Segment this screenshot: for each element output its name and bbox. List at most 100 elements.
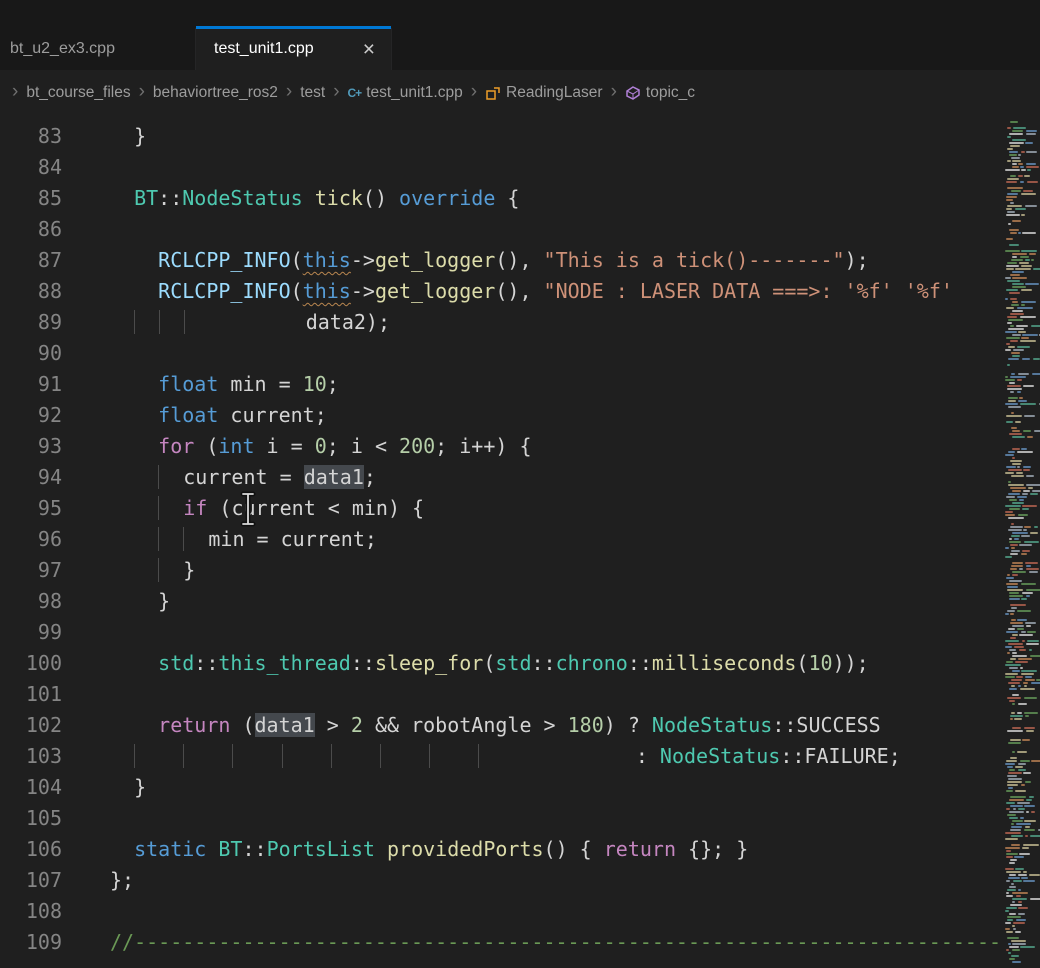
minimap-line <box>1004 319 1040 321</box>
minimap-line <box>1004 913 1040 915</box>
code-line[interactable]: 88 RCLCPP_INFO(this->get_logger(), "NODE… <box>0 276 1000 307</box>
breadcrumb-label: topic_c <box>646 84 695 102</box>
code-line[interactable]: 94 current = data1; <box>0 462 1000 493</box>
minimap-line <box>1004 712 1040 714</box>
code-line[interactable]: 104 } <box>0 772 1000 803</box>
code-line[interactable]: 105 <box>0 803 1000 834</box>
code-line[interactable]: 96 min = current; <box>0 524 1000 555</box>
code-line[interactable]: 86 <box>0 214 1000 245</box>
breadcrumb-item-test[interactable]: test <box>300 84 325 102</box>
minimap-line <box>1004 691 1040 693</box>
tab-test-unit1[interactable]: test_unit1.cpp × <box>196 28 392 70</box>
minimap-line <box>1004 295 1040 297</box>
code-text: } <box>62 586 170 617</box>
minimap[interactable] <box>1002 118 1040 968</box>
code-editor[interactable]: 83 }8485 BT::NodeStatus tick() override … <box>0 115 1040 968</box>
minimap-line <box>1004 163 1040 165</box>
code-line[interactable]: 103 : NodeStatus::FAILURE; <box>0 741 1000 772</box>
code-line[interactable]: 100 std::this_thread::sleep_for(std::chr… <box>0 648 1000 679</box>
minimap-line <box>1004 406 1040 408</box>
minimap-line <box>1004 517 1040 519</box>
code-line[interactable]: 84 <box>0 152 1000 183</box>
chevron-right-icon: › <box>286 82 292 101</box>
minimap-line <box>1004 382 1040 384</box>
code-line[interactable]: 87 RCLCPP_INFO(this->get_logger(), "This… <box>0 245 1000 276</box>
code-line[interactable]: 101 <box>0 679 1000 710</box>
code-text: return (data1 > 2 && robotAngle > 180) ?… <box>62 710 881 741</box>
minimap-line <box>1004 454 1040 456</box>
code-line[interactable]: 91 float min = 10; <box>0 369 1000 400</box>
minimap-line <box>1004 283 1040 285</box>
minimap-line <box>1004 343 1040 345</box>
code-line[interactable]: 90 <box>0 338 1000 369</box>
code-line[interactable]: 102 return (data1 > 2 && robotAngle > 18… <box>0 710 1000 741</box>
minimap-line <box>1004 433 1040 435</box>
code-line[interactable]: 95 if (current < min) { <box>0 493 1000 524</box>
minimap-line <box>1004 424 1040 426</box>
minimap-line <box>1004 736 1040 738</box>
code-line[interactable]: 85 BT::NodeStatus tick() override { <box>0 183 1000 214</box>
minimap-line <box>1004 793 1040 795</box>
minimap-line <box>1004 832 1040 834</box>
minimap-line <box>1004 718 1040 720</box>
code-text: data2); <box>62 307 390 338</box>
minimap-line <box>1004 460 1040 462</box>
minimap-line <box>1004 865 1040 867</box>
minimap-line <box>1004 127 1040 129</box>
line-number: 98 <box>0 586 62 617</box>
code-line[interactable]: 97 } <box>0 555 1000 586</box>
code-line[interactable]: 109//-----------------------------------… <box>0 927 1000 958</box>
minimap-line <box>1004 799 1040 801</box>
minimap-line <box>1004 196 1040 198</box>
breadcrumb-item-topic[interactable]: topic_c <box>625 84 695 102</box>
minimap-line <box>1004 229 1040 231</box>
code-line[interactable]: 106 static BT::PortsList providedPorts()… <box>0 834 1000 865</box>
minimap-line <box>1004 175 1040 177</box>
minimap-line <box>1004 802 1040 804</box>
line-number: 87 <box>0 245 62 276</box>
minimap-line <box>1004 874 1040 876</box>
minimap-line <box>1004 943 1040 945</box>
code-line[interactable]: 83 } <box>0 121 1000 152</box>
minimap-line <box>1004 826 1040 828</box>
minimap-line <box>1004 166 1040 168</box>
minimap-line <box>1004 694 1040 696</box>
breadcrumb-item-class[interactable]: ReadingLaser <box>485 84 603 102</box>
minimap-line <box>1004 250 1040 252</box>
breadcrumb-item-behaviortree-ros2[interactable]: behaviortree_ros2 <box>153 84 278 102</box>
code-line[interactable]: 93 for (int i = 0; i < 200; i++) { <box>0 431 1000 462</box>
minimap-line <box>1004 646 1040 648</box>
code-line[interactable]: 99 <box>0 617 1000 648</box>
line-number: 105 <box>0 803 62 834</box>
minimap-line <box>1004 610 1040 612</box>
minimap-line <box>1004 364 1040 366</box>
minimap-line <box>1004 298 1040 300</box>
line-number: 102 <box>0 710 62 741</box>
minimap-line <box>1004 253 1040 255</box>
minimap-line <box>1004 871 1040 873</box>
minimap-line <box>1004 352 1040 354</box>
breadcrumb-item-file[interactable]: C+ test_unit1.cpp <box>348 84 463 102</box>
code-line[interactable]: 92 float current; <box>0 400 1000 431</box>
minimap-line <box>1004 526 1040 528</box>
minimap-line <box>1004 133 1040 135</box>
breadcrumb-item-bt-course-files[interactable]: bt_course_files <box>26 84 130 102</box>
field-icon <box>625 85 641 101</box>
minimap-line <box>1004 592 1040 594</box>
minimap-line <box>1004 568 1040 570</box>
tab-bt-u2-ex3[interactable]: bt_u2_ex3.cpp <box>0 28 196 70</box>
minimap-line <box>1004 130 1040 132</box>
minimap-line <box>1004 475 1040 477</box>
code-line[interactable]: 108 <box>0 896 1000 927</box>
code-line[interactable]: 98 } <box>0 586 1000 617</box>
minimap-line <box>1004 565 1040 567</box>
code-line[interactable]: 107}; <box>0 865 1000 896</box>
minimap-line <box>1004 292 1040 294</box>
minimap-line <box>1004 661 1040 663</box>
code-line[interactable]: 89 data2); <box>0 307 1000 338</box>
minimap-line <box>1004 400 1040 402</box>
minimap-line <box>1004 655 1040 657</box>
minimap-line <box>1004 766 1040 768</box>
minimap-line <box>1004 316 1040 318</box>
close-icon[interactable]: × <box>363 39 375 60</box>
